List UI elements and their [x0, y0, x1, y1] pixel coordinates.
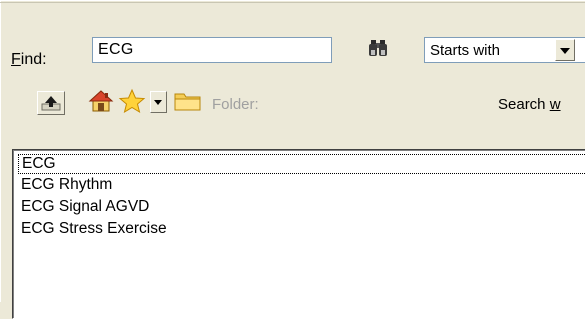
find-input[interactable]: ECG: [92, 37, 332, 63]
list-item[interactable]: ECG Rhythm: [18, 175, 585, 195]
match-mode-value: Starts with: [430, 42, 501, 59]
results-list[interactable]: ECG ECG Rhythm ECG Signal AGVD ECG Stres…: [12, 149, 585, 319]
list-item[interactable]: ECG Signal AGVD: [18, 197, 585, 217]
list-item[interactable]: ECG Stress Exercise: [18, 219, 585, 239]
find-label-accel: F: [11, 51, 21, 68]
search-within-option[interactable]: Search w: [498, 96, 561, 113]
favorites-dropdown-button[interactable]: [150, 91, 167, 113]
list-item[interactable]: ECG: [18, 154, 585, 174]
find-label-rest: ind:: [20, 51, 47, 68]
chevron-down-icon[interactable]: [555, 39, 575, 61]
folder-icon: [174, 93, 201, 111]
favorites-star-icon: [118, 88, 146, 114]
search-label-accel: w: [549, 96, 561, 113]
favorites-button[interactable]: [118, 88, 148, 115]
find-label: Find:: [11, 51, 47, 69]
folder-label: Folder:: [212, 96, 259, 113]
up-one-level-button[interactable]: [37, 91, 65, 115]
up-one-level-icon: [41, 96, 61, 111]
match-mode-select[interactable]: Starts with: [424, 37, 585, 63]
home-icon: [88, 90, 114, 112]
folder-button[interactable]: [173, 89, 203, 114]
search-label-prefix: Search: [498, 96, 550, 113]
home-button[interactable]: [88, 88, 115, 115]
binoculars-icon[interactable]: [367, 39, 389, 59]
top-divider: [0, 2, 585, 3]
